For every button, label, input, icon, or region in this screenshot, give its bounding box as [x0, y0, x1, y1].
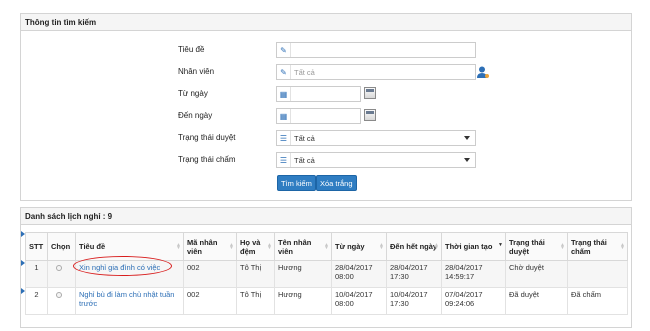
field-check-status-row: Trạng thái chấm ☰ Tất cả — [21, 152, 631, 168]
sort-icon: ▲ ▼ — [229, 242, 234, 251]
from-date-picker-button[interactable] — [364, 87, 376, 99]
search-actions: Tìm kiếm Xóa trắng — [21, 175, 631, 191]
col-check-status[interactable]: Trạng thái chấm ▲ ▼ — [567, 232, 628, 261]
sort-icon: ▲ ▼ — [620, 242, 625, 251]
from-date-input[interactable]: ▦ — [276, 86, 361, 102]
row-created-time: 28/04/2017 14:59:17 — [441, 260, 506, 288]
select-radio[interactable] — [56, 292, 62, 298]
row-last-name: Tô Thị — [236, 287, 275, 315]
to-date-input[interactable]: ▦ — [276, 108, 361, 124]
row-created-time: 07/04/2017 09:24:06 — [441, 287, 506, 315]
row-stt: 1 — [25, 260, 48, 288]
row-first-name: Hương — [274, 260, 332, 288]
search-button[interactable]: Tìm kiếm — [277, 175, 316, 191]
col-to-date[interactable]: Đến hết ngày ▲ ▼ — [386, 232, 442, 261]
col-stt[interactable]: STT — [25, 232, 48, 261]
to-date-picker-button[interactable] — [364, 109, 376, 121]
field-employee-row: Nhân viên ✎ Tất cả — [21, 64, 631, 80]
search-panel-title: Thông tin tìm kiếm — [21, 14, 631, 31]
row-to-date: 10/04/2017 17:30 — [386, 287, 442, 315]
chevron-down-icon — [464, 158, 470, 162]
row-to-date: 28/04/2017 17:30 — [386, 260, 442, 288]
table-row[interactable]: 2 Nghỉ bù đi làm chủ nhật tuần trước 002… — [25, 287, 628, 315]
select-radio[interactable] — [56, 265, 62, 271]
field-approve-status-label: Trạng thái duyệt — [178, 133, 236, 142]
col-select[interactable]: Chọn — [47, 232, 76, 261]
row-employee-code: 002 — [183, 260, 237, 288]
col-approve-status[interactable]: Trạng thái duyệt ▲ ▼ — [505, 232, 568, 261]
pencil-icon: ✎ — [277, 65, 291, 79]
field-title-label: Tiêu đề — [178, 45, 205, 54]
col-first-name[interactable]: Tên nhân viên ▲ ▼ — [274, 232, 332, 261]
list-icon: ☰ — [277, 153, 291, 167]
sort-icon: ▲ ▼ — [176, 242, 181, 251]
row-check-status: Đã chấm — [567, 287, 628, 315]
field-to-date-label: Đến ngày — [178, 111, 213, 120]
row-check-status — [567, 260, 628, 288]
field-check-status-label: Trạng thái chấm — [178, 155, 236, 164]
sort-icon: ▲ ▼ — [267, 242, 272, 251]
row-stt: 2 — [25, 287, 48, 315]
field-to-date-row: Đến ngày ▦ — [21, 108, 631, 124]
row-from-date: 10/04/2017 08:00 — [331, 287, 387, 315]
sort-icon: ▲ ▼ — [324, 242, 329, 251]
row-select[interactable] — [47, 287, 76, 315]
row-marker-icon — [21, 260, 25, 266]
col-created-time[interactable]: Thời gian tạo ▼ — [441, 232, 506, 261]
col-from-date[interactable]: Từ ngày ▲ ▼ — [331, 232, 387, 261]
calendar-icon: ▦ — [277, 87, 291, 101]
user-picker-icon[interactable] — [477, 66, 489, 79]
employee-input[interactable]: ✎ Tất cả — [276, 64, 489, 80]
approve-status-select[interactable]: ☰ Tất cả — [276, 130, 476, 146]
sort-desc-icon: ▼ — [498, 242, 503, 248]
row-approve-status: Đã duyệt — [505, 287, 568, 315]
leave-list-title: Danh sách lịch nghỉ : 9 — [21, 208, 631, 225]
sort-icon: ▲ ▼ — [379, 242, 384, 251]
row-marker-icon — [21, 288, 25, 294]
sort-icon: ▲ ▼ — [434, 242, 439, 251]
row-employee-code: 002 — [183, 287, 237, 315]
field-employee-label: Nhân viên — [178, 67, 215, 76]
highlight-annotation — [73, 256, 172, 276]
col-last-name[interactable]: Họ và đệm ▲ ▼ — [236, 232, 275, 261]
list-icon: ☰ — [277, 131, 291, 145]
check-status-select[interactable]: ☰ Tất cả — [276, 152, 476, 168]
row-approve-status: Chờ duyệt — [505, 260, 568, 288]
sort-icon: ▲ ▼ — [560, 242, 565, 251]
field-title-row: Tiêu đề ✎ — [21, 42, 631, 58]
row-first-name: Hương — [274, 287, 332, 315]
search-panel: Thông tin tìm kiếm Tiêu đề ✎ Nhân viên ✎… — [20, 13, 632, 201]
header-marker-icon — [21, 231, 25, 237]
field-from-date-row: Từ ngày ▦ — [21, 86, 631, 102]
field-from-date-label: Từ ngày — [178, 89, 208, 98]
row-from-date: 28/04/2017 08:00 — [331, 260, 387, 288]
title-input[interactable]: ✎ — [276, 42, 476, 58]
row-last-name: Tô Thị — [236, 260, 275, 288]
col-employee-code[interactable]: Mã nhân viên ▲ ▼ — [183, 232, 237, 261]
row-title-link[interactable]: Nghỉ bù đi làm chủ nhật tuần trước — [75, 287, 184, 315]
field-approve-status-row: Trạng thái duyệt ☰ Tất cả — [21, 130, 631, 146]
row-select[interactable] — [47, 260, 76, 288]
pencil-icon: ✎ — [277, 43, 291, 57]
clear-button[interactable]: Xóa trắng — [316, 175, 357, 191]
calendar-icon: ▦ — [277, 109, 291, 123]
chevron-down-icon — [464, 136, 470, 140]
